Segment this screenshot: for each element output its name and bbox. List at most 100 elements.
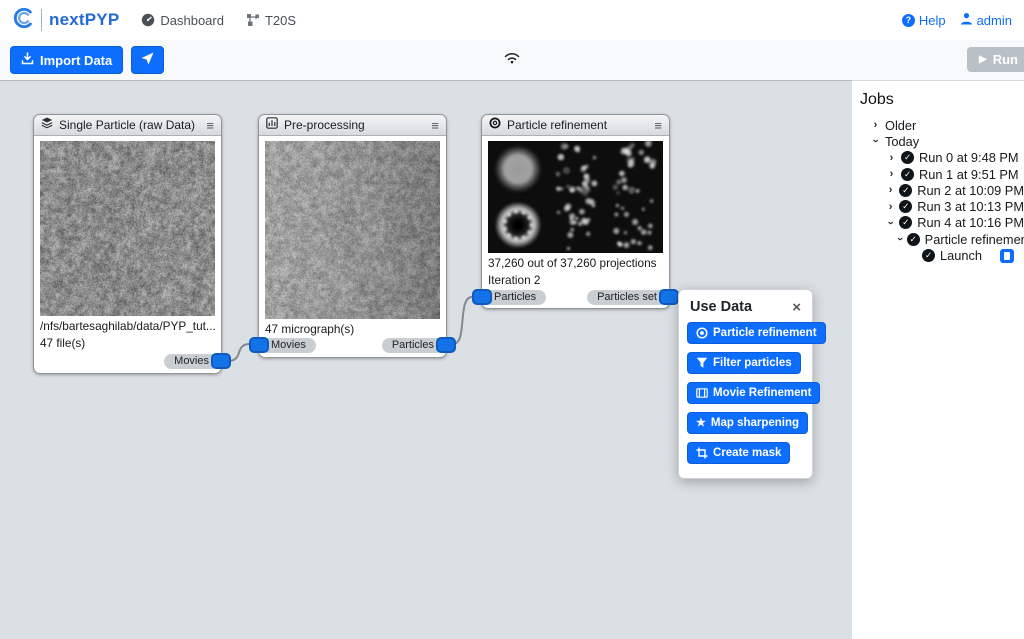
nav-project-t20s[interactable]: T20S: [246, 13, 296, 28]
play-icon: ▶: [979, 54, 987, 65]
chart-icon: [266, 116, 278, 134]
help-label: Help: [919, 13, 946, 28]
project-toolbar: Import Data ▶ Run: [0, 40, 1024, 80]
jobs-run-4[interactable]: › ✓ Run 4 at 10:16 PM: [858, 215, 1024, 231]
target-icon: [489, 116, 501, 134]
chevron-right-icon[interactable]: ›: [887, 184, 894, 196]
import-icon: [21, 52, 34, 68]
port-label: Particles: [382, 338, 444, 353]
check-icon: ✓: [899, 216, 912, 229]
particle-refinement-button[interactable]: Particle refinement: [687, 322, 826, 344]
jobs-panel: Jobs › Older › Today › ✓ Run 0 at 9:48 P…: [852, 80, 1024, 638]
check-icon: ✓: [899, 200, 912, 213]
chevron-down-icon[interactable]: ›: [870, 137, 882, 146]
movie-refinement-button[interactable]: Movie Refinement: [687, 382, 820, 404]
user-icon: [960, 12, 973, 28]
user-menu[interactable]: admin: [960, 12, 1012, 28]
check-icon: ✓: [922, 249, 935, 262]
block-raw-data-header[interactable]: Single Particle (raw Data) ≡: [34, 115, 221, 136]
user-label: admin: [977, 13, 1012, 28]
jobs-particle-refinement[interactable]: › ✓ Particle refinement: [858, 231, 1024, 247]
class-averages-thumbnail: [488, 141, 663, 253]
data-path: /nfs/bartesaghilab/data/PYP_tut...: [40, 319, 215, 333]
port-label: Particles set: [587, 290, 667, 305]
jobs-group-today[interactable]: › Today: [858, 133, 1024, 149]
port-connector[interactable]: [211, 353, 231, 369]
run-button[interactable]: ▶ Run: [967, 47, 1024, 72]
import-data-button[interactable]: Import Data: [10, 46, 123, 74]
port-connector[interactable]: [659, 289, 679, 305]
chevron-right-icon[interactable]: ›: [871, 119, 880, 131]
log-file-icon[interactable]: [1000, 249, 1014, 263]
nav-project-label: T20S: [265, 13, 296, 28]
chevron-down-icon[interactable]: ›: [894, 237, 906, 241]
micrograph-thumbnail: [265, 141, 440, 319]
create-mask-button[interactable]: Create mask: [687, 442, 790, 464]
help-link[interactable]: ? Help: [902, 13, 946, 28]
run-label: Run: [993, 52, 1018, 67]
brand-logo[interactable]: nextPYP: [12, 7, 119, 34]
workflow-canvas[interactable]: Single Particle (raw Data) ≡ /nfs/bartes…: [0, 80, 852, 639]
import-data-label: Import Data: [40, 53, 112, 68]
navigate-button[interactable]: [131, 46, 164, 74]
output-port-movies[interactable]: Movies: [164, 353, 231, 369]
micrograph-count: 47 micrograph(s): [265, 322, 440, 336]
star-icon: ★: [696, 418, 706, 429]
wifi-icon: [503, 51, 521, 70]
block-raw-data[interactable]: Single Particle (raw Data) ≡ /nfs/bartes…: [33, 114, 222, 374]
block-title: Single Particle (raw Data): [59, 118, 200, 132]
check-icon: ✓: [907, 233, 920, 246]
jobs-group-older[interactable]: › Older: [858, 117, 1024, 133]
check-icon: ✓: [901, 151, 914, 164]
nextpyp-swirl-icon: [12, 7, 34, 34]
chevron-right-icon[interactable]: ›: [887, 152, 896, 164]
popup-title: Use Data: [690, 299, 752, 315]
block-particle-refinement-header[interactable]: Particle refinement ≡: [482, 115, 669, 136]
block-menu-icon[interactable]: ≡: [206, 119, 214, 132]
chevron-right-icon[interactable]: ›: [887, 168, 896, 180]
use-data-popup: Use Data × Particle refinement: [678, 289, 813, 479]
block-menu-icon[interactable]: ≡: [431, 119, 439, 132]
file-count: 47 file(s): [40, 336, 215, 350]
jobs-run-0[interactable]: › ✓ Run 0 at 9:48 PM: [858, 150, 1024, 166]
jobs-run-1[interactable]: › ✓ Run 1 at 9:51 PM: [858, 166, 1024, 182]
jobs-title: Jobs: [860, 91, 1024, 109]
port-label: Particles: [484, 290, 546, 305]
top-navbar: nextPYP Dashboard T20S ? Help: [0, 0, 1024, 40]
close-icon[interactable]: ×: [792, 300, 801, 315]
check-icon: ✓: [901, 168, 914, 181]
project-icon: [246, 13, 260, 27]
port-connector[interactable]: [436, 337, 456, 353]
jobs-run-3[interactable]: › ✓ Run 3 at 10:13 PM: [858, 198, 1024, 214]
target-icon: [696, 327, 708, 339]
output-port-particles[interactable]: Particles: [382, 337, 456, 353]
block-title: Particle refinement: [507, 118, 648, 132]
port-label: Movies: [261, 338, 316, 353]
crop-icon: [696, 447, 708, 459]
block-particle-refinement[interactable]: Particle refinement ≡ 37,260 out of 37,2…: [481, 114, 670, 309]
jobs-run-2[interactable]: › ✓ Run 2 at 10:09 PM: [858, 182, 1024, 198]
port-connector[interactable]: [472, 289, 492, 305]
input-port-movies[interactable]: Movies: [249, 337, 316, 353]
chevron-down-icon[interactable]: ›: [885, 219, 897, 226]
filter-particles-button[interactable]: Filter particles: [687, 352, 801, 374]
output-port-particles-set[interactable]: Particles set: [587, 289, 679, 305]
block-preprocessing-header[interactable]: Pre-processing ≡: [259, 115, 446, 136]
chevron-right-icon[interactable]: ›: [887, 201, 894, 213]
map-sharpening-button[interactable]: ★ Map sharpening: [687, 412, 808, 434]
block-menu-icon[interactable]: ≡: [654, 119, 662, 132]
film-icon: [696, 387, 708, 399]
iteration-label: Iteration 2: [488, 273, 663, 287]
help-icon: ?: [902, 14, 915, 27]
jobs-launch[interactable]: ✓ Launch: [858, 247, 1024, 263]
nav-dashboard[interactable]: Dashboard: [141, 13, 224, 28]
micrograph-thumbnail: [40, 141, 215, 316]
gauge-icon: [141, 13, 155, 27]
brand-divider: [41, 9, 42, 31]
layers-icon: [41, 116, 53, 134]
block-title: Pre-processing: [284, 118, 425, 132]
check-icon: ✓: [899, 184, 912, 197]
block-preprocessing[interactable]: Pre-processing ≡ 47 micrograph(s) Movies…: [258, 114, 447, 358]
input-port-particles[interactable]: Particles: [472, 289, 546, 305]
port-connector[interactable]: [249, 337, 269, 353]
